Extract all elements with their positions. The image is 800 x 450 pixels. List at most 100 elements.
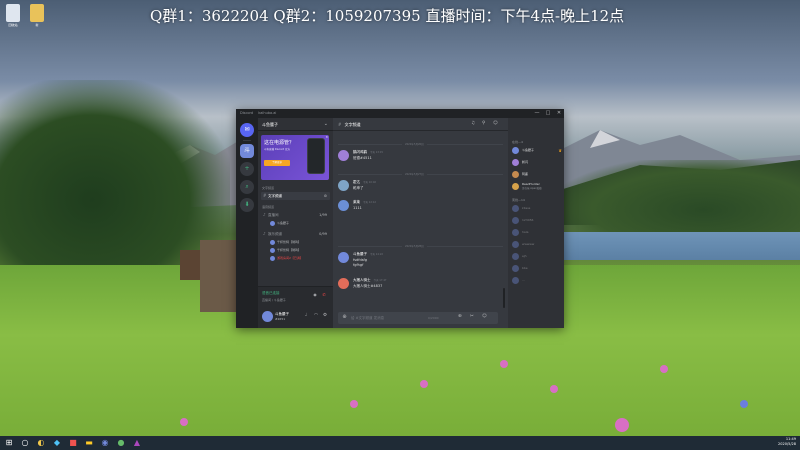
home-button[interactable]: ✉ xyxy=(240,123,254,137)
member-item[interactable]: ... xyxy=(512,276,562,285)
voice-user-name: 千杯伏特【骑鸡】 xyxy=(277,240,302,244)
member-item[interactable]: ejh xyxy=(512,252,562,261)
voice-user[interactable]: 游戏房间2【已满】 xyxy=(270,255,328,262)
avatar xyxy=(270,255,275,261)
bell-icon[interactable]: ♫ xyxy=(471,121,475,126)
message-author[interactable]: 大猪人骑士 今天 17:47 xyxy=(353,278,387,283)
member-name: 斗鱼腰子 xyxy=(522,148,535,152)
voice-channel-fun-label: 娱乐频道 xyxy=(268,232,282,236)
close-icon[interactable]: ✕ xyxy=(325,135,328,139)
member-item[interactable]: wwwww xyxy=(512,240,562,249)
taskbar-app-icon[interactable]: ▲ xyxy=(132,438,142,448)
chat-channel-name: 文字频道 xyxy=(344,122,361,127)
member-item[interactable]: 阿鹿 xyxy=(512,170,562,179)
minimize-button[interactable]: — xyxy=(532,109,542,118)
message-author[interactable]: 霍达 今天 10:02 xyxy=(353,180,376,185)
member-item[interactable]: 123456 xyxy=(512,216,562,225)
signal-icon[interactable]: ◉ xyxy=(312,292,318,298)
flower xyxy=(550,385,558,393)
voice-channel-live[interactable]: ♪ 直播间 1/99 xyxy=(261,211,330,219)
avatar[interactable] xyxy=(338,200,349,211)
voice-user[interactable]: 斗鱼腰子 xyxy=(270,220,328,227)
clock-date: 2020/5/28 xyxy=(778,442,796,446)
server-icon[interactable]: 斗 xyxy=(240,144,254,158)
hash-icon: # xyxy=(263,193,267,198)
avatar[interactable] xyxy=(338,252,349,263)
recycle-bin-icon[interactable]: 回收站 xyxy=(6,4,20,27)
folder-icon[interactable]: ▬ xyxy=(84,438,94,448)
message-author[interactable]: 鹤闪鸡鹤 今天 13:15 xyxy=(353,150,383,155)
channel-text[interactable]: # 文字频道 ⚙ xyxy=(261,192,330,200)
member-item[interactable]: bbe xyxy=(512,264,562,273)
avatar[interactable] xyxy=(338,180,349,191)
voice-channel-live-label: 直播间 xyxy=(268,213,279,217)
avatar xyxy=(512,171,519,178)
disconnect-icon[interactable]: ✆ xyxy=(321,292,327,298)
maximize-button[interactable]: □ xyxy=(543,109,553,118)
category-text[interactable]: 文字频道 xyxy=(262,186,274,190)
phone-illustration xyxy=(307,138,325,174)
taskbar-app-icon[interactable]: ◐ xyxy=(36,438,46,448)
voice-user[interactable]: 千杯伏特【骑鸡】 xyxy=(270,239,328,246)
taskbar: ⊞ ○ ◐ ◆ ■ ▬ ◉ ● ▲ 11:49 2020/5/28 xyxy=(0,436,800,450)
speaker-icon: ♪ xyxy=(263,212,266,217)
voice-user[interactable]: 千杯伏特【骑鸡】 xyxy=(270,247,328,254)
folder-icon[interactable]: 新 xyxy=(30,4,44,27)
taskbar-app-icon[interactable]: ● xyxy=(116,438,126,448)
author-name: 霍达 xyxy=(353,180,360,184)
taskbar-app-icon[interactable]: ◆ xyxy=(52,438,62,448)
voice-channel-fun[interactable]: ♪ 娱乐频道 0/99 xyxy=(261,230,330,238)
message-body: 1111 xyxy=(353,206,362,210)
message-input[interactable]: 给 #文字频道 发消息 xyxy=(351,316,384,321)
message-time: 今天 17:47 xyxy=(373,279,387,282)
avatar xyxy=(512,277,519,284)
microphone-icon[interactable]: ♩ xyxy=(305,313,307,318)
gift-icon[interactable]: ⊛ xyxy=(458,314,462,319)
start-icon[interactable]: ⊞ xyxy=(4,438,14,448)
chat-scrollbar[interactable] xyxy=(503,288,505,308)
message-author[interactable]: 斗鱼腰子 今天 14:22 xyxy=(353,252,383,257)
avatar xyxy=(512,159,519,166)
author-name: 莱莱 xyxy=(353,200,360,204)
member-item[interactable]: 斗鱼腰子 ♛ xyxy=(512,146,562,155)
taskbar-app-icon[interactable]: ■ xyxy=(68,438,78,448)
avatar xyxy=(512,241,519,248)
pin-icon[interactable]: ⚲ xyxy=(482,121,485,126)
crown-icon: ♛ xyxy=(558,148,562,153)
discord-taskbar-icon[interactable]: ◉ xyxy=(100,438,110,448)
avatar[interactable] xyxy=(338,278,349,289)
flower xyxy=(615,418,629,432)
upload-plus-icon[interactable]: ⊕ xyxy=(341,314,348,321)
channel-sidebar: 斗鱼腰子 ⌄ 这在电源管？ 斗鱼直播 Discord 官方 了解更多 ✕ 文字频… xyxy=(258,118,333,328)
promo-subtitle: 斗鱼直播 Discord 官方 xyxy=(264,148,290,151)
emoji-icon[interactable]: ☺ xyxy=(482,314,487,319)
system-clock[interactable]: 11:49 2020/5/28 xyxy=(778,437,796,447)
members-icon[interactable]: ☺ xyxy=(493,121,498,126)
server-header[interactable]: 斗鱼腰子 ⌄ xyxy=(258,118,333,131)
gear-icon[interactable]: ⚙ xyxy=(324,192,327,200)
add-server-button[interactable]: + xyxy=(240,162,254,176)
member-item[interactable]: 鹤闪 xyxy=(512,158,562,167)
avatar xyxy=(512,147,519,154)
member-item[interactable]: hala xyxy=(512,228,562,237)
avatar xyxy=(270,239,275,245)
online-header: 在线—4 xyxy=(512,140,523,144)
avatar[interactable] xyxy=(262,311,273,322)
explore-servers-button[interactable]: ⌕ xyxy=(240,180,254,194)
promo-button[interactable]: 了解更多 xyxy=(264,160,290,166)
download-apps-button[interactable]: ⬇ xyxy=(240,198,254,212)
headphones-icon[interactable]: ◠ xyxy=(314,313,318,318)
member-name: ejh xyxy=(522,254,527,258)
avatar[interactable] xyxy=(338,150,349,161)
category-voice[interactable]: 语音频道 xyxy=(262,205,274,209)
author-name: 斗鱼腰子 xyxy=(353,252,367,256)
message-author[interactable]: 莱莱 今天 12:12 xyxy=(353,200,376,205)
close-button[interactable]: ✕ xyxy=(554,109,564,118)
member-item[interactable]: ReadHunter 正在玩 Apex英雄 xyxy=(512,182,562,194)
message-composer[interactable]: ⊕ 给 #文字频道 发消息 0/2000 ⊛ ✂ ☺ xyxy=(338,312,498,324)
search-icon[interactable]: ○ xyxy=(20,438,30,448)
gif-icon[interactable]: ✂ xyxy=(470,314,474,319)
gear-icon[interactable]: ⚙ xyxy=(323,313,327,318)
member-item[interactable]: kbsss xyxy=(512,204,562,213)
voice-channel-fun-count: 0/99 xyxy=(319,232,327,236)
